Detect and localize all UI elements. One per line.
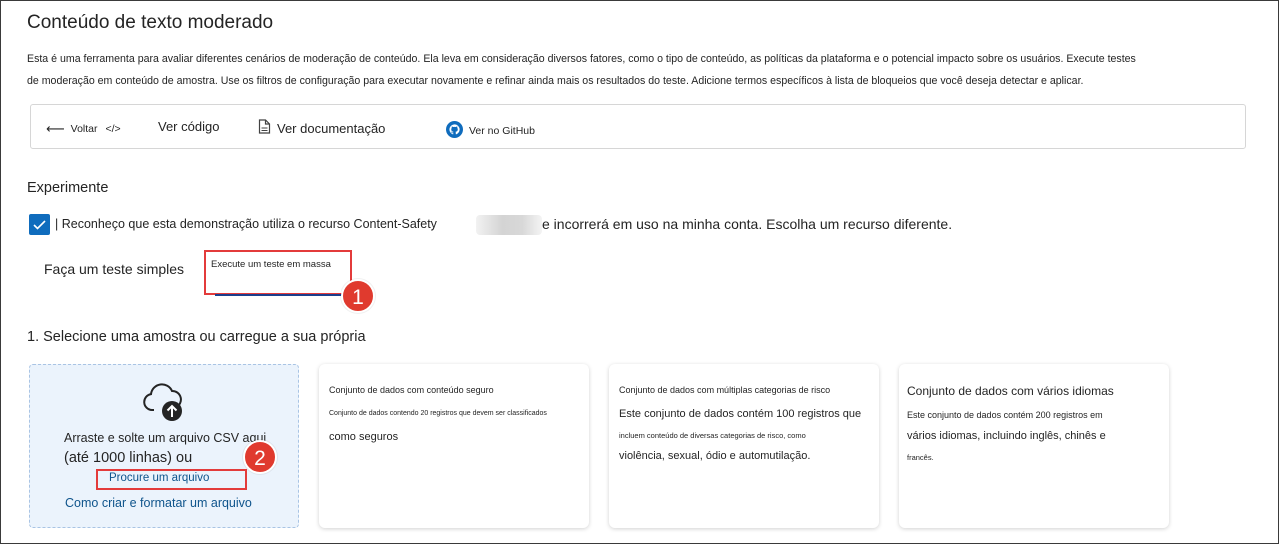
- code-icon: </>: [105, 123, 121, 135]
- card-line: vários idiomas, incluindo inglês, chinês…: [907, 430, 1106, 442]
- view-docs-button[interactable]: Ver documentação: [258, 119, 385, 137]
- card-line: Este conjunto de dados contém 200 regist…: [907, 410, 1103, 420]
- back-label: Voltar: [70, 123, 98, 135]
- view-code-button[interactable]: Ver código: [158, 119, 219, 134]
- sample-card-multi-risk[interactable]: Conjunto de dados com múltiplas categori…: [609, 364, 879, 528]
- card-line: francês.: [907, 453, 934, 462]
- card-title: Conjunto de dados com múltiplas categori…: [619, 385, 831, 395]
- page-title: Conteúdo de texto moderado: [27, 12, 274, 33]
- github-icon: [446, 121, 463, 141]
- github-link[interactable]: Ver no GitHub: [446, 121, 535, 141]
- toolbar: ⟵ Voltar </> Ver código Ver documentação…: [30, 104, 1246, 149]
- page-description: Esta é uma ferramenta para avaliar difer…: [27, 48, 1252, 92]
- github-label: Ver no GitHub: [469, 125, 535, 137]
- description-line-2: de moderação em conteúdo de amostra. Use…: [27, 75, 1084, 87]
- card-title: Conjunto de dados com conteúdo seguro: [329, 385, 494, 395]
- description-line-1: Esta é uma ferramenta para avaliar difer…: [27, 53, 1136, 65]
- acknowledge-text: | Reconheço que esta demonstração utiliz…: [55, 217, 437, 231]
- how-to-format-link[interactable]: Como criar e formatar um arquivo: [65, 496, 252, 510]
- tab-selected-indicator: [215, 294, 345, 296]
- drop-zone-line-2: (até 1000 linhas) ou: [64, 450, 193, 466]
- section-heading: 1. Selecione uma amostra ou carregue a s…: [27, 329, 366, 345]
- card-title: Conjunto de dados com vários idiomas: [907, 384, 1114, 398]
- browse-file-link[interactable]: Procure um arquivo: [109, 472, 209, 484]
- back-button[interactable]: ⟵ Voltar </>: [46, 121, 121, 137]
- acknowledge-text-2: e incorrerá em uso na minha conta. Escol…: [542, 216, 953, 232]
- tab-bulk-test[interactable]: Execute um teste em massa: [211, 259, 331, 270]
- acknowledge-checkbox[interactable]: [29, 214, 50, 235]
- tab-simple-test[interactable]: Faça um teste simples: [44, 261, 184, 277]
- card-line: Conjunto de dados contendo 20 registros …: [329, 410, 547, 417]
- view-code-label: Ver código: [158, 119, 220, 134]
- view-docs-label: Ver documentação: [277, 120, 386, 136]
- callout-badge-1: 1: [341, 279, 375, 313]
- card-line: incluem conteúdo de diversas categorias …: [619, 431, 806, 440]
- arrow-left-icon: ⟵: [46, 121, 65, 136]
- cloud-upload-icon: [142, 383, 186, 428]
- card-line: Este conjunto de dados contém 100 regist…: [619, 408, 862, 420]
- sample-card-safe[interactable]: Conjunto de dados com conteúdo seguro Co…: [319, 364, 589, 528]
- drop-zone-line-1: Arraste e solte um arquivo CSV aqui: [64, 431, 267, 445]
- sample-card-multi-language[interactable]: Conjunto de dados com vários idiomas Est…: [899, 364, 1169, 528]
- callout-highlight-tab: [204, 250, 352, 295]
- card-line: como seguros: [329, 431, 399, 443]
- experiment-heading: Experimente: [27, 180, 109, 196]
- checkmark-icon: [29, 220, 50, 239]
- callout-badge-2: 2: [243, 440, 277, 474]
- card-line: violência, sexual, ódio e automutilação.: [619, 450, 811, 462]
- document-icon: [258, 119, 271, 137]
- redacted-resource-name: [476, 215, 542, 235]
